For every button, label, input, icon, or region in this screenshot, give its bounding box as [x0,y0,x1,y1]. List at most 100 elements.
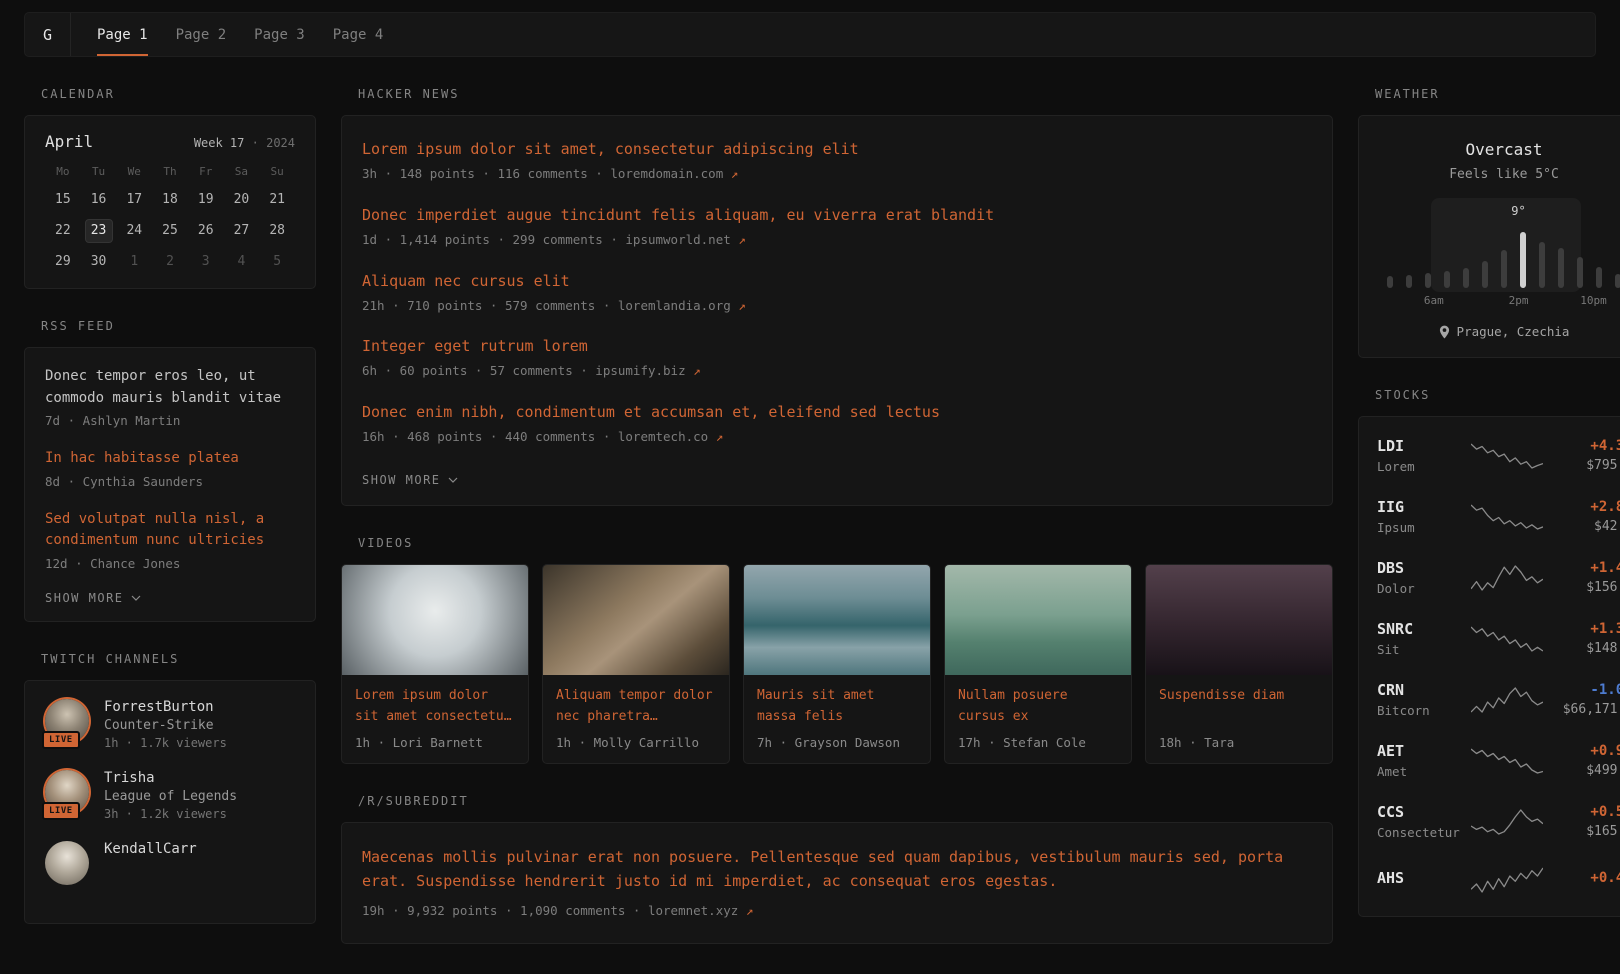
calendar-day[interactable]: 27 [227,219,255,243]
video-card[interactable]: Nullam posuere cursus ex 17h · Stefan Co… [944,564,1132,764]
weather-feels-like: Feels like 5°C [1379,167,1620,182]
hn-title-link[interactable]: Donec imperdiet augue tincidunt felis al… [362,206,1312,224]
twitch-channel-info: KendallCarr [104,841,197,885]
stock-id: CRN Bitcorn [1377,681,1471,718]
calendar-day[interactable]: 30 [85,250,113,274]
hn-show-more-button[interactable]: SHOW MORE [362,473,458,487]
calendar-day[interactable]: 29 [49,250,77,274]
video-thumbnail[interactable] [1146,565,1332,675]
calendar-day[interactable]: 19 [192,188,220,212]
external-link-icon[interactable]: ↗ [738,232,746,247]
video-meta: 17h · Stefan Cole [945,728,1131,763]
post-meta: 19h · 9,932 points · 1,090 comments · lo… [362,902,1312,921]
stock-name: Lorem [1377,459,1471,474]
hn-item: Donec enim nibh, condimentum et accumsan… [362,403,1312,447]
hn-title-link[interactable]: Aliquam nec cursus elit [362,272,1312,290]
stock-row[interactable]: IIG Ipsum +2.84% $42.04 [1377,486,1620,547]
stock-ticker: IIG [1377,498,1471,516]
weather-bar [1425,273,1431,288]
video-thumbnail[interactable] [744,565,930,675]
calendar-day[interactable]: 28 [263,219,291,243]
hn-meta-text: 6h · 60 points · 57 comments · ipsumify.… [362,363,686,378]
tab-page-4[interactable]: Page 4 [333,13,384,56]
stock-quote: -1.00% $66,171.48 [1543,682,1620,717]
hn-item: Integer eget rutrum lorem 6h · 60 points… [362,337,1312,381]
calendar-day[interactable]: 25 [156,219,184,243]
weather-bar [1406,275,1412,288]
twitch-channel[interactable]: KendallCarr [45,841,295,885]
rss-show-more-button[interactable]: SHOW MORE [45,591,141,605]
video-card[interactable]: Suspendisse diam 18h · Tara [1145,564,1333,764]
calendar-day[interactable]: 15 [49,188,77,212]
video-meta: 18h · Tara [1146,728,1332,763]
channel-name: Trisha [104,770,237,786]
video-thumbnail[interactable] [543,565,729,675]
calendar-day[interactable]: 24 [120,219,148,243]
stock-id: IIG Ipsum [1377,498,1471,535]
stock-row[interactable]: CRN Bitcorn -1.00% $66,171.48 [1377,669,1620,730]
stock-row[interactable]: SNRC Sit +1.36% $148.64 [1377,608,1620,669]
calendar-day[interactable]: 5 [263,250,291,274]
rss-item-title[interactable]: Donec tempor eros leo, ut commodo mauris… [45,366,295,409]
stock-quote: +1.36% $148.64 [1543,621,1620,656]
calendar-week: Week 17 [194,136,245,150]
calendar-day[interactable]: 20 [227,188,255,212]
twitch-channel[interactable]: LIVE Trisha League of Legends 3h · 1.2k … [45,770,295,821]
stock-row[interactable]: AET Amet +0.92% $499.72 [1377,730,1620,791]
video-thumbnail[interactable] [945,565,1131,675]
stock-ticker: LDI [1377,437,1471,455]
stock-ticker: CRN [1377,681,1471,699]
stock-row[interactable]: LDI Lorem +4.35% $795.18 [1377,425,1620,486]
calendar-day[interactable]: 1 [120,250,148,274]
calendar-day[interactable]: 2 [156,250,184,274]
calendar-day[interactable]: 23 [85,219,113,243]
external-link-icon[interactable]: ↗ [731,166,739,181]
stock-row[interactable]: DBS Dolor +1.42% $156.28 [1377,547,1620,608]
twitch-channel[interactable]: LIVE ForrestBurton Counter-Strike 1h · 1… [45,699,295,750]
external-link-icon[interactable]: ↗ [716,429,724,444]
stock-sparkline [1471,745,1543,777]
calendar-day[interactable]: 3 [192,250,220,274]
external-link-icon[interactable]: ↗ [738,298,746,313]
stock-price: $165.84 [1543,824,1620,839]
stock-id: DBS Dolor [1377,559,1471,596]
calendar-day[interactable]: 21 [263,188,291,212]
tab-page-1[interactable]: Page 1 [97,13,148,56]
video-card[interactable]: Mauris sit amet massa felis 7h · Grayson… [743,564,931,764]
stocks-header: STOCKS [1375,388,1620,402]
stock-name: Consectetur [1377,825,1471,840]
hn-title-link[interactable]: Lorem ipsum dolor sit amet, consectetur … [362,140,1312,158]
stock-sparkline [1471,623,1543,655]
tab-page-3[interactable]: Page 3 [254,13,305,56]
post-title-link[interactable]: Maecenas mollis pulvinar erat non posuer… [362,845,1312,893]
calendar-day[interactable]: 16 [85,188,113,212]
rss-item-title[interactable]: In hac habitasse platea [45,448,295,470]
video-thumbnail[interactable] [342,565,528,675]
calendar-day[interactable]: 18 [156,188,184,212]
stock-change: +0.92% [1543,743,1620,759]
video-meta: 1h · Molly Carrillo [543,728,729,763]
stock-name: Amet [1377,764,1471,779]
weather-location-text: Prague, Czechia [1457,324,1570,339]
app-logo[interactable]: G [25,13,71,56]
external-link-icon[interactable]: ↗ [746,903,754,918]
external-link-icon[interactable]: ↗ [693,363,701,378]
video-card[interactable]: Aliquam tempor dolor nec pharetra… 1h · … [542,564,730,764]
hn-title-link[interactable]: Integer eget rutrum lorem [362,337,1312,355]
calendar-day[interactable]: 22 [49,219,77,243]
channel-meta: 3h · 1.2k viewers [104,807,237,821]
stock-row[interactable]: CCS Consectetur +0.51% $165.84 [1377,791,1620,852]
stock-price: $148.64 [1543,641,1620,656]
hn-title-link[interactable]: Donec enim nibh, condimentum et accumsan… [362,403,1312,421]
dashboard-grid: CALENDAR April Week 17 · 2024 MoTuWeThFr… [0,57,1620,974]
show-more-label: SHOW MORE [362,473,441,487]
calendar-day[interactable]: 26 [192,219,220,243]
video-card[interactable]: Lorem ipsum dolor sit amet consectetu… 1… [341,564,529,764]
tab-page-2[interactable]: Page 2 [176,13,227,56]
rss-item-title[interactable]: Sed volutpat nulla nisl, a condimentum n… [45,509,295,552]
calendar-day[interactable]: 17 [120,188,148,212]
calendar-day[interactable]: 4 [227,250,255,274]
stock-sparkline [1471,501,1543,533]
weather-bar [1558,248,1564,288]
stock-price: $66,171.48 [1543,702,1620,717]
